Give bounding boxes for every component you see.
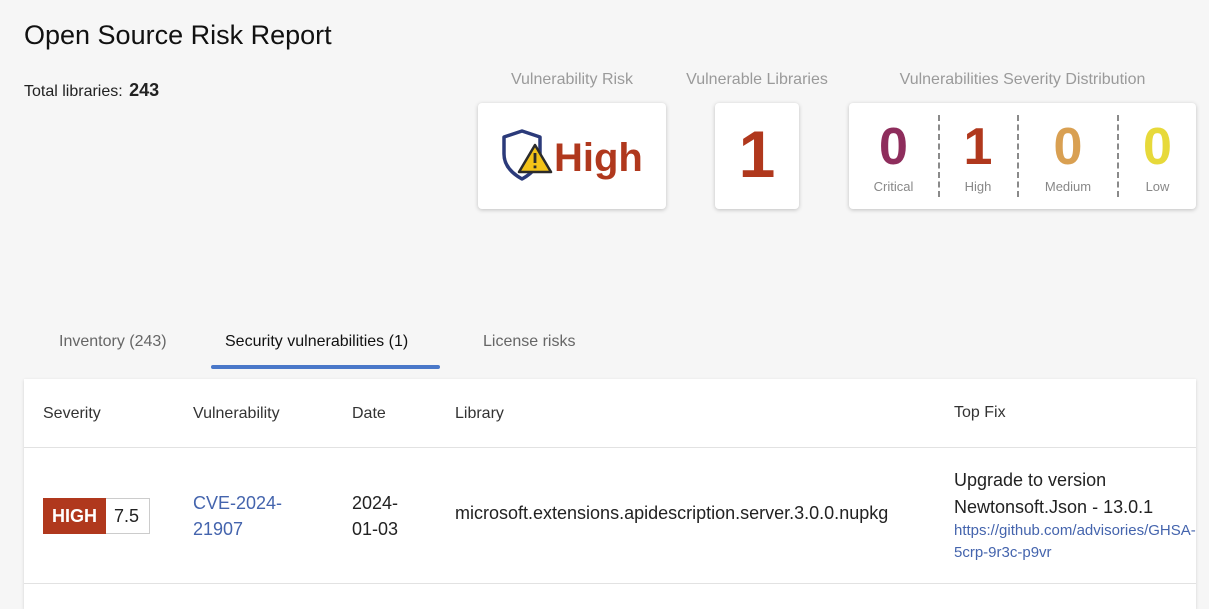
low-count: 0 [1143, 118, 1172, 176]
total-libraries: Total libraries: 243 [24, 80, 159, 101]
header-vulnerability[interactable]: Vulnerability [193, 405, 280, 423]
severity-medium: 0 Medium [1019, 103, 1117, 209]
date-part1: 2024- [352, 493, 399, 513]
header-date[interactable]: Date [352, 405, 386, 423]
row-divider [24, 583, 1196, 584]
vulnerable-libraries-card: 1 [715, 103, 799, 209]
medium-count: 0 [1053, 118, 1083, 176]
header-severity[interactable]: Severity [43, 405, 101, 423]
severity-low: 0 Low [1119, 103, 1196, 209]
severity-badge: HIGH 7.5 [43, 498, 151, 534]
total-libraries-count: 243 [129, 80, 160, 100]
tab-license-risks[interactable]: License risks [483, 333, 575, 351]
high-label: High [964, 179, 992, 194]
medium-label: Medium [1044, 179, 1092, 194]
fix-line2: Newtonsoft.Json - 13.0.1 [954, 497, 1154, 517]
critical-label: Critical [873, 179, 914, 194]
top-fix-text: Upgrade to version Newtonsoft.Json - 13.… [954, 467, 1194, 521]
cve-id-part2[interactable]: 21907 [193, 516, 313, 542]
vulnerability-date: 2024- 01-03 [352, 490, 422, 542]
tab-inventory[interactable]: Inventory (243) [59, 333, 167, 351]
critical-count: 0 [879, 118, 908, 176]
date-part2: 01-03 [352, 519, 399, 539]
fix-advisory-link[interactable]: https://github.com/advisories/GHSA-5crp-… [954, 520, 1196, 564]
severity-critical: 0 Critical [849, 103, 938, 209]
severity-high: 1 High [940, 103, 1016, 209]
page-title: Open Source Risk Report [24, 20, 332, 50]
header-library[interactable]: Library [455, 405, 504, 423]
vulnerable-libraries-label: Vulnerable Libraries [686, 71, 828, 88]
cve-link[interactable]: CVE-2024- 21907 [193, 490, 313, 542]
library-name: microsoft.extensions.apidescription.serv… [455, 503, 889, 523]
header-top-fix[interactable]: Top Fix [954, 404, 1006, 422]
severity-distribution-card: 0 Critical 1 High 0 Medium 0 Low [849, 103, 1196, 209]
total-libraries-label: Total libraries: [24, 83, 123, 100]
vulnerabilities-table: Severity Vulnerability Date Library Top … [24, 379, 1196, 609]
low-label: Low [1145, 179, 1170, 194]
shield-warning-icon [500, 127, 556, 188]
tab-security-vulnerabilities[interactable]: Security vulnerabilities (1) [225, 333, 408, 351]
vulnerability-risk-card: High [478, 103, 666, 209]
vulnerable-libraries-count: 1 [738, 117, 776, 191]
severity-label: HIGH [43, 498, 106, 534]
vulnerability-risk-label: Vulnerability Risk [510, 71, 634, 88]
vulnerability-risk-value: High [554, 135, 643, 180]
severity-distribution-label: Vulnerabilities Severity Distribution [899, 71, 1146, 88]
cve-id-part1[interactable]: CVE-2024- [193, 490, 313, 516]
high-count: 1 [963, 118, 993, 176]
active-tab-indicator [211, 365, 440, 369]
severity-score: 7.5 [106, 498, 151, 534]
fix-line1: Upgrade to version [954, 470, 1107, 490]
header-divider [24, 447, 1196, 448]
